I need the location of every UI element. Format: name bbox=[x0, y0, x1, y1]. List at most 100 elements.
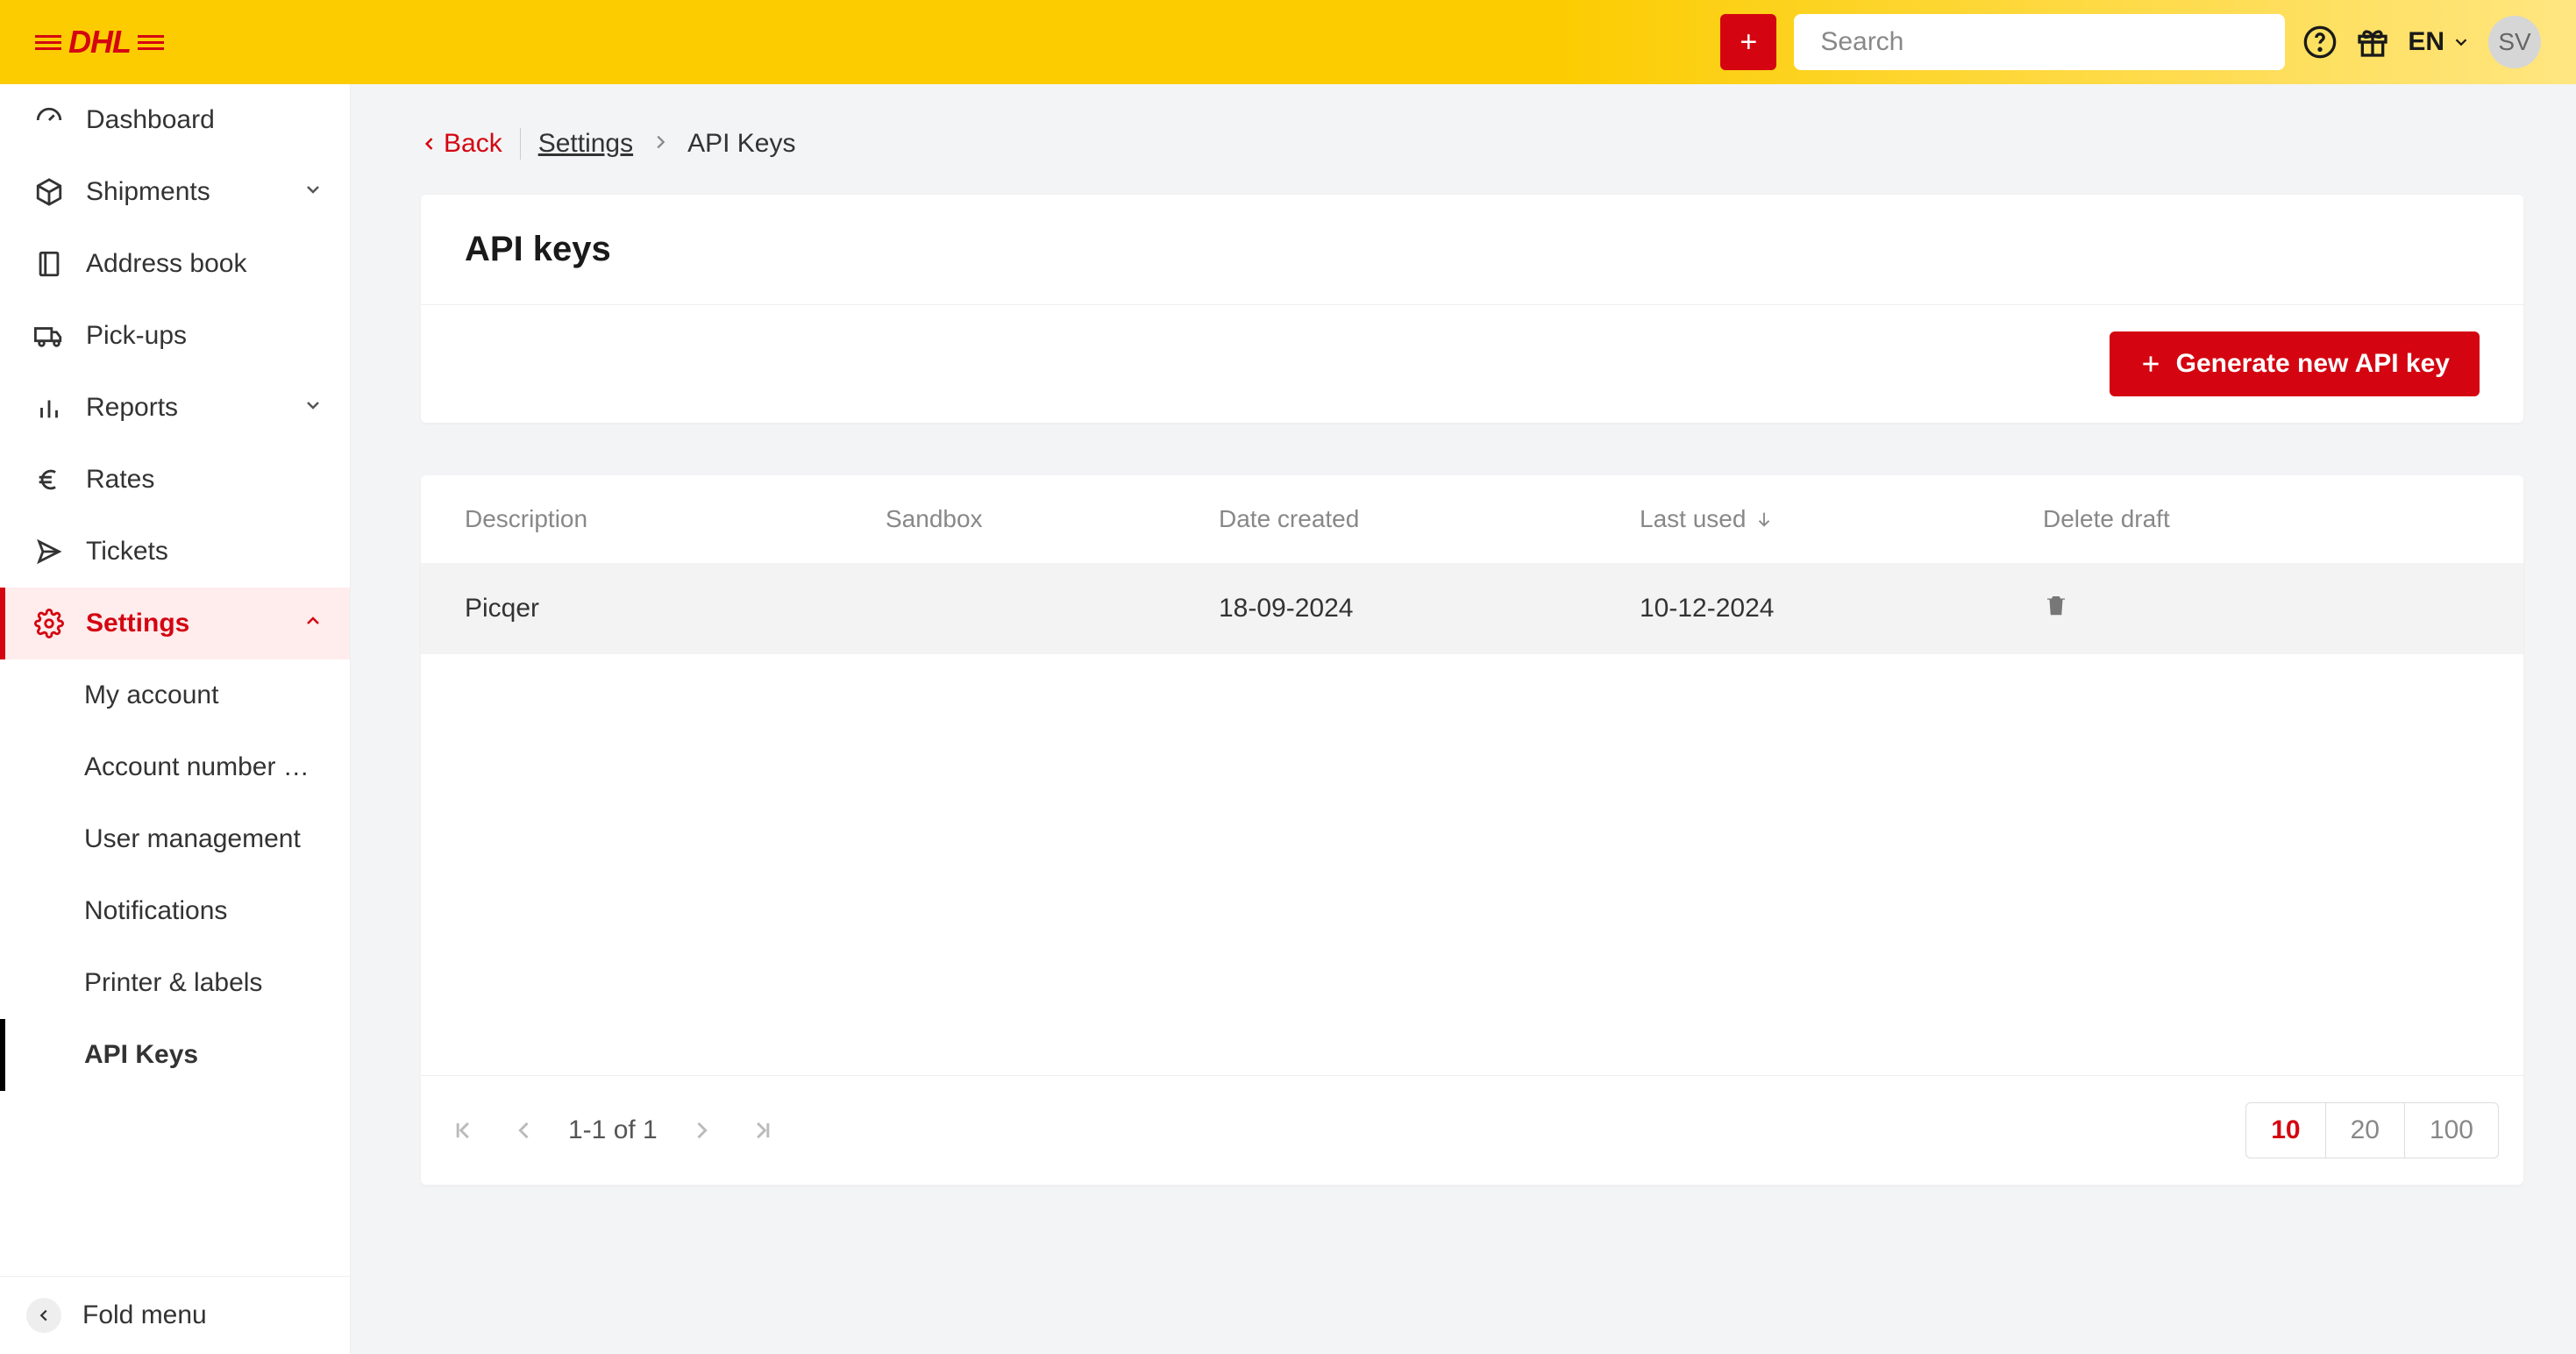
api-keys-table: Description Sandbox Date created Last us… bbox=[421, 475, 2523, 1185]
chevron-up-icon bbox=[302, 609, 324, 638]
col-date-created[interactable]: Date created bbox=[1219, 505, 1640, 533]
logo-text: DHL bbox=[68, 24, 131, 61]
gift-icon[interactable] bbox=[2355, 25, 2390, 60]
chevron-left-icon bbox=[512, 1118, 537, 1143]
trash-icon bbox=[2043, 592, 2069, 618]
sidebar-item-label: Shipments bbox=[86, 177, 281, 207]
first-page-icon bbox=[451, 1118, 475, 1143]
sidebar-subitem-printer-labels[interactable]: Printer & labels bbox=[0, 947, 350, 1019]
table-row[interactable]: Picqer 18-09-2024 10-12-2024 bbox=[421, 563, 2523, 654]
sidebar-subitem-account-number[interactable]: Account number … bbox=[0, 731, 350, 803]
page-next-button[interactable] bbox=[684, 1118, 719, 1143]
chart-icon bbox=[33, 393, 65, 423]
sidebar-item-rates[interactable]: Rates bbox=[0, 444, 350, 516]
cell-last-used: 10-12-2024 bbox=[1640, 594, 2043, 624]
last-page-icon bbox=[751, 1118, 775, 1143]
sidebar-item-reports[interactable]: Reports bbox=[0, 372, 350, 444]
sidebar-item-label: API Keys bbox=[84, 1040, 198, 1070]
col-delete-draft: Delete draft bbox=[2043, 505, 2480, 533]
sidebar-item-settings[interactable]: Settings bbox=[0, 588, 350, 659]
sidebar-item-dashboard[interactable]: Dashboard bbox=[0, 84, 350, 156]
fold-menu-label: Fold menu bbox=[82, 1301, 207, 1330]
app-header: DHL + EN SV bbox=[0, 0, 2576, 84]
sidebar-item-label: Rates bbox=[86, 465, 324, 495]
logo-lines-right-icon bbox=[138, 35, 164, 50]
page-first-button[interactable] bbox=[445, 1118, 480, 1143]
page-prev-button[interactable] bbox=[507, 1118, 542, 1143]
breadcrumb-divider bbox=[520, 128, 521, 160]
sidebar-item-label: User management bbox=[84, 824, 301, 854]
chevron-down-icon bbox=[302, 177, 324, 207]
sidebar-item-tickets[interactable]: Tickets bbox=[0, 516, 350, 588]
chevron-left-icon bbox=[26, 1298, 61, 1333]
euro-icon bbox=[33, 465, 65, 495]
sidebar-item-label: Address book bbox=[86, 249, 324, 279]
page-size-100[interactable]: 100 bbox=[2404, 1102, 2499, 1158]
main-content: Back Settings API Keys API keys Generate… bbox=[351, 84, 2576, 1354]
sidebar-item-label: My account bbox=[84, 681, 218, 710]
sidebar-subitem-my-account[interactable]: My account bbox=[0, 659, 350, 731]
cell-date-created: 18-09-2024 bbox=[1219, 594, 1640, 624]
sidebar-item-address-book[interactable]: Address book bbox=[0, 228, 350, 300]
page-last-button[interactable] bbox=[745, 1118, 780, 1143]
sidebar-subitem-notifications[interactable]: Notifications bbox=[0, 875, 350, 947]
sidebar-item-shipments[interactable]: Shipments bbox=[0, 156, 350, 228]
sidebar-item-label: Notifications bbox=[84, 896, 227, 926]
page-size-selector: 10 20 100 bbox=[2245, 1102, 2499, 1158]
logo-lines-left-icon bbox=[35, 35, 61, 50]
col-description[interactable]: Description bbox=[465, 505, 886, 533]
delete-button[interactable] bbox=[2043, 592, 2480, 625]
breadcrumb-back[interactable]: Back bbox=[421, 129, 502, 159]
sidebar-item-label: Printer & labels bbox=[84, 968, 262, 998]
sidebar-subitem-user-management[interactable]: User management bbox=[0, 803, 350, 875]
help-icon[interactable] bbox=[2302, 25, 2338, 60]
box-icon bbox=[33, 177, 65, 207]
language-label: EN bbox=[2408, 27, 2444, 57]
book-icon bbox=[33, 249, 65, 279]
pagination-info: 1-1 of 1 bbox=[568, 1115, 658, 1145]
gear-icon bbox=[33, 609, 65, 638]
fold-menu-button[interactable]: Fold menu bbox=[0, 1276, 350, 1354]
page-size-10[interactable]: 10 bbox=[2245, 1102, 2325, 1158]
breadcrumb-current: API Keys bbox=[687, 129, 795, 159]
chevron-down-icon bbox=[302, 393, 324, 423]
col-last-used-label: Last used bbox=[1640, 505, 1746, 533]
sidebar-item-label: Reports bbox=[86, 393, 281, 423]
sidebar-item-label: Settings bbox=[86, 609, 281, 638]
col-last-used[interactable]: Last used bbox=[1640, 505, 2043, 533]
truck-icon bbox=[33, 321, 65, 351]
search-input[interactable] bbox=[1794, 14, 2285, 70]
plus-icon: + bbox=[1740, 25, 1757, 60]
sort-desc-icon bbox=[1754, 510, 1774, 529]
avatar[interactable]: SV bbox=[2488, 16, 2541, 68]
sidebar-subitem-api-keys[interactable]: API Keys bbox=[0, 1019, 350, 1091]
language-selector[interactable]: EN bbox=[2408, 27, 2471, 57]
new-button[interactable]: + bbox=[1720, 14, 1776, 70]
api-keys-card: API keys Generate new API key bbox=[421, 195, 2523, 423]
plus-icon bbox=[2139, 353, 2162, 375]
gauge-icon bbox=[33, 105, 65, 135]
chevron-right-icon bbox=[689, 1118, 714, 1143]
sidebar-item-label: Pick-ups bbox=[86, 321, 324, 351]
sidebar-item-label: Tickets bbox=[86, 537, 324, 567]
generate-api-key-button[interactable]: Generate new API key bbox=[2110, 331, 2480, 396]
sidebar: Dashboard Shipments Address book bbox=[0, 84, 351, 1354]
pagination: 1-1 of 1 10 20 100 bbox=[421, 1075, 2523, 1185]
avatar-initials: SV bbox=[2498, 28, 2530, 56]
ticket-icon bbox=[33, 537, 65, 567]
page-title: API keys bbox=[421, 195, 2523, 305]
col-sandbox[interactable]: Sandbox bbox=[886, 505, 1219, 533]
chevron-left-icon bbox=[421, 135, 438, 153]
cell-description: Picqer bbox=[465, 594, 886, 624]
dhl-logo[interactable]: DHL bbox=[35, 24, 164, 61]
generate-button-label: Generate new API key bbox=[2176, 349, 2450, 379]
breadcrumb-settings-link[interactable]: Settings bbox=[538, 129, 633, 159]
sidebar-item-pickups[interactable]: Pick-ups bbox=[0, 300, 350, 372]
breadcrumb: Back Settings API Keys bbox=[421, 128, 2523, 160]
sidebar-item-label: Account number … bbox=[84, 752, 310, 782]
breadcrumb-back-label: Back bbox=[444, 129, 502, 159]
page-size-20[interactable]: 20 bbox=[2325, 1102, 2405, 1158]
table-header: Description Sandbox Date created Last us… bbox=[421, 475, 2523, 563]
sidebar-item-label: Dashboard bbox=[86, 105, 324, 135]
chevron-down-icon bbox=[2451, 32, 2471, 52]
